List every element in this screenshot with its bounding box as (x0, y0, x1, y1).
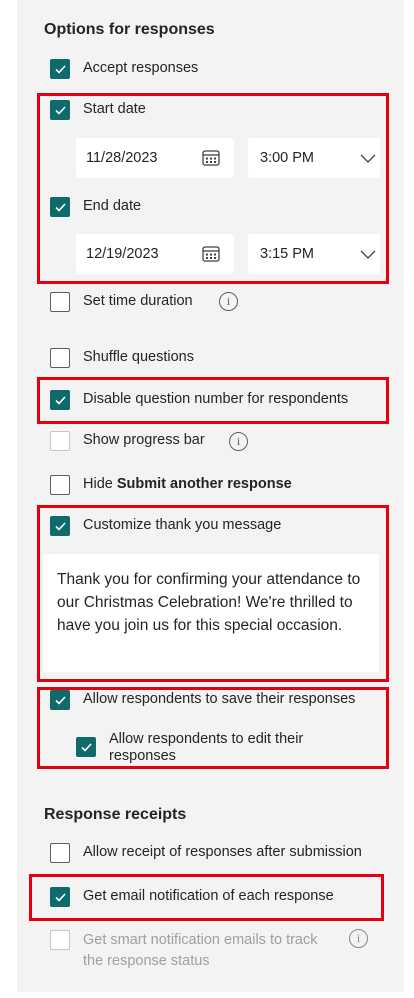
receipts-heading: Response receipts (44, 806, 187, 823)
end-date-input[interactable]: 12/19/2023 (76, 234, 234, 274)
start-date-input[interactable]: 11/28/2023 (76, 138, 234, 178)
start-time-select[interactable]: 3:00 PM (248, 138, 380, 178)
smart-notification-label-line2: the response status (83, 953, 210, 969)
end-time-value: 3:15 PM (260, 246, 314, 262)
start-date-checkbox[interactable] (50, 100, 70, 120)
allow-edit-checkbox[interactable] (76, 737, 96, 757)
disable-question-number-label: Disable question number for respondents (83, 391, 349, 407)
start-date-value: 11/28/2023 (86, 150, 158, 166)
customize-thank-you-label: Customize thank you message (83, 517, 282, 533)
check-icon (55, 396, 66, 405)
allow-edit-label-line2: responses (109, 748, 176, 764)
smart-notification-label: Get smart notification emails to track t… (83, 930, 318, 972)
customize-thank-you-checkbox[interactable] (50, 516, 70, 536)
disable-question-number-checkbox[interactable] (50, 390, 70, 410)
show-progress-bar-label: Show progress bar (83, 432, 205, 448)
check-icon (55, 65, 66, 74)
info-icon[interactable]: i (349, 929, 368, 948)
accept-responses-checkbox[interactable] (50, 59, 70, 79)
start-date-label: Start date (83, 101, 146, 117)
show-progress-bar-checkbox[interactable] (50, 431, 70, 451)
smart-notification-checkbox[interactable] (50, 930, 70, 950)
hide-submit-another-label: Hide Submit another response (83, 476, 292, 492)
hide-submit-another-prefix: Hide (83, 476, 113, 492)
email-notification-label: Get email notification of each response (83, 888, 334, 904)
allow-receipt-label: Allow receipt of responses after submiss… (83, 844, 362, 860)
options-heading: Options for responses (44, 21, 215, 38)
set-time-duration-checkbox[interactable] (50, 292, 70, 312)
shuffle-questions-label: Shuffle questions (83, 349, 194, 365)
smart-notification-label-line1: Get smart notification emails to track (83, 932, 318, 948)
set-time-duration-label: Set time duration (83, 293, 193, 309)
accept-responses-label: Accept responses (83, 60, 199, 76)
allow-edit-label-line1: Allow respondents to edit their (109, 731, 304, 747)
check-icon (55, 696, 66, 705)
end-date-value: 12/19/2023 (86, 246, 159, 262)
hide-submit-another-bold: Submit another response (116, 476, 292, 492)
allow-edit-label: Allow respondents to edit their response… (109, 731, 303, 765)
check-icon (55, 522, 66, 531)
info-icon[interactable]: i (219, 292, 238, 311)
thank-you-message-textarea[interactable]: Thank you for confirming your attendance… (43, 554, 379, 672)
chevron-down-icon (360, 250, 376, 259)
chevron-down-icon (360, 154, 376, 163)
allow-receipt-checkbox[interactable] (50, 843, 70, 863)
check-icon (81, 743, 92, 752)
end-date-checkbox[interactable] (50, 197, 70, 217)
shuffle-questions-checkbox[interactable] (50, 348, 70, 368)
end-time-select[interactable]: 3:15 PM (248, 234, 380, 274)
end-date-label: End date (83, 198, 142, 214)
email-notification-checkbox[interactable] (50, 887, 70, 907)
check-icon (55, 106, 66, 115)
calendar-icon[interactable] (202, 245, 220, 262)
allow-save-label: Allow respondents to save their response… (83, 691, 356, 707)
info-icon[interactable]: i (229, 432, 248, 451)
check-icon (55, 203, 66, 212)
check-icon (55, 893, 66, 902)
start-time-value: 3:00 PM (260, 150, 314, 166)
allow-save-checkbox[interactable] (50, 690, 70, 710)
hide-submit-another-checkbox[interactable] (50, 475, 70, 495)
calendar-icon[interactable] (202, 149, 220, 166)
